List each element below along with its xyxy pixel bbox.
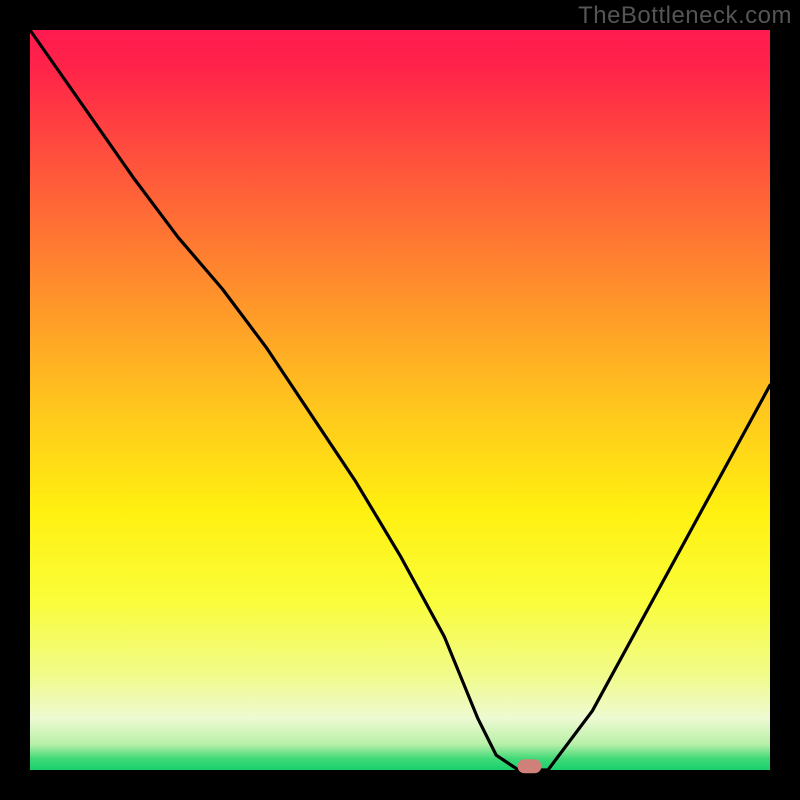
plot-background bbox=[30, 30, 770, 770]
bottleneck-plot bbox=[0, 0, 800, 800]
watermark-text: TheBottleneck.com bbox=[578, 2, 792, 30]
optimal-marker bbox=[518, 759, 542, 773]
chart-stage: TheBottleneck.com bbox=[0, 0, 800, 800]
